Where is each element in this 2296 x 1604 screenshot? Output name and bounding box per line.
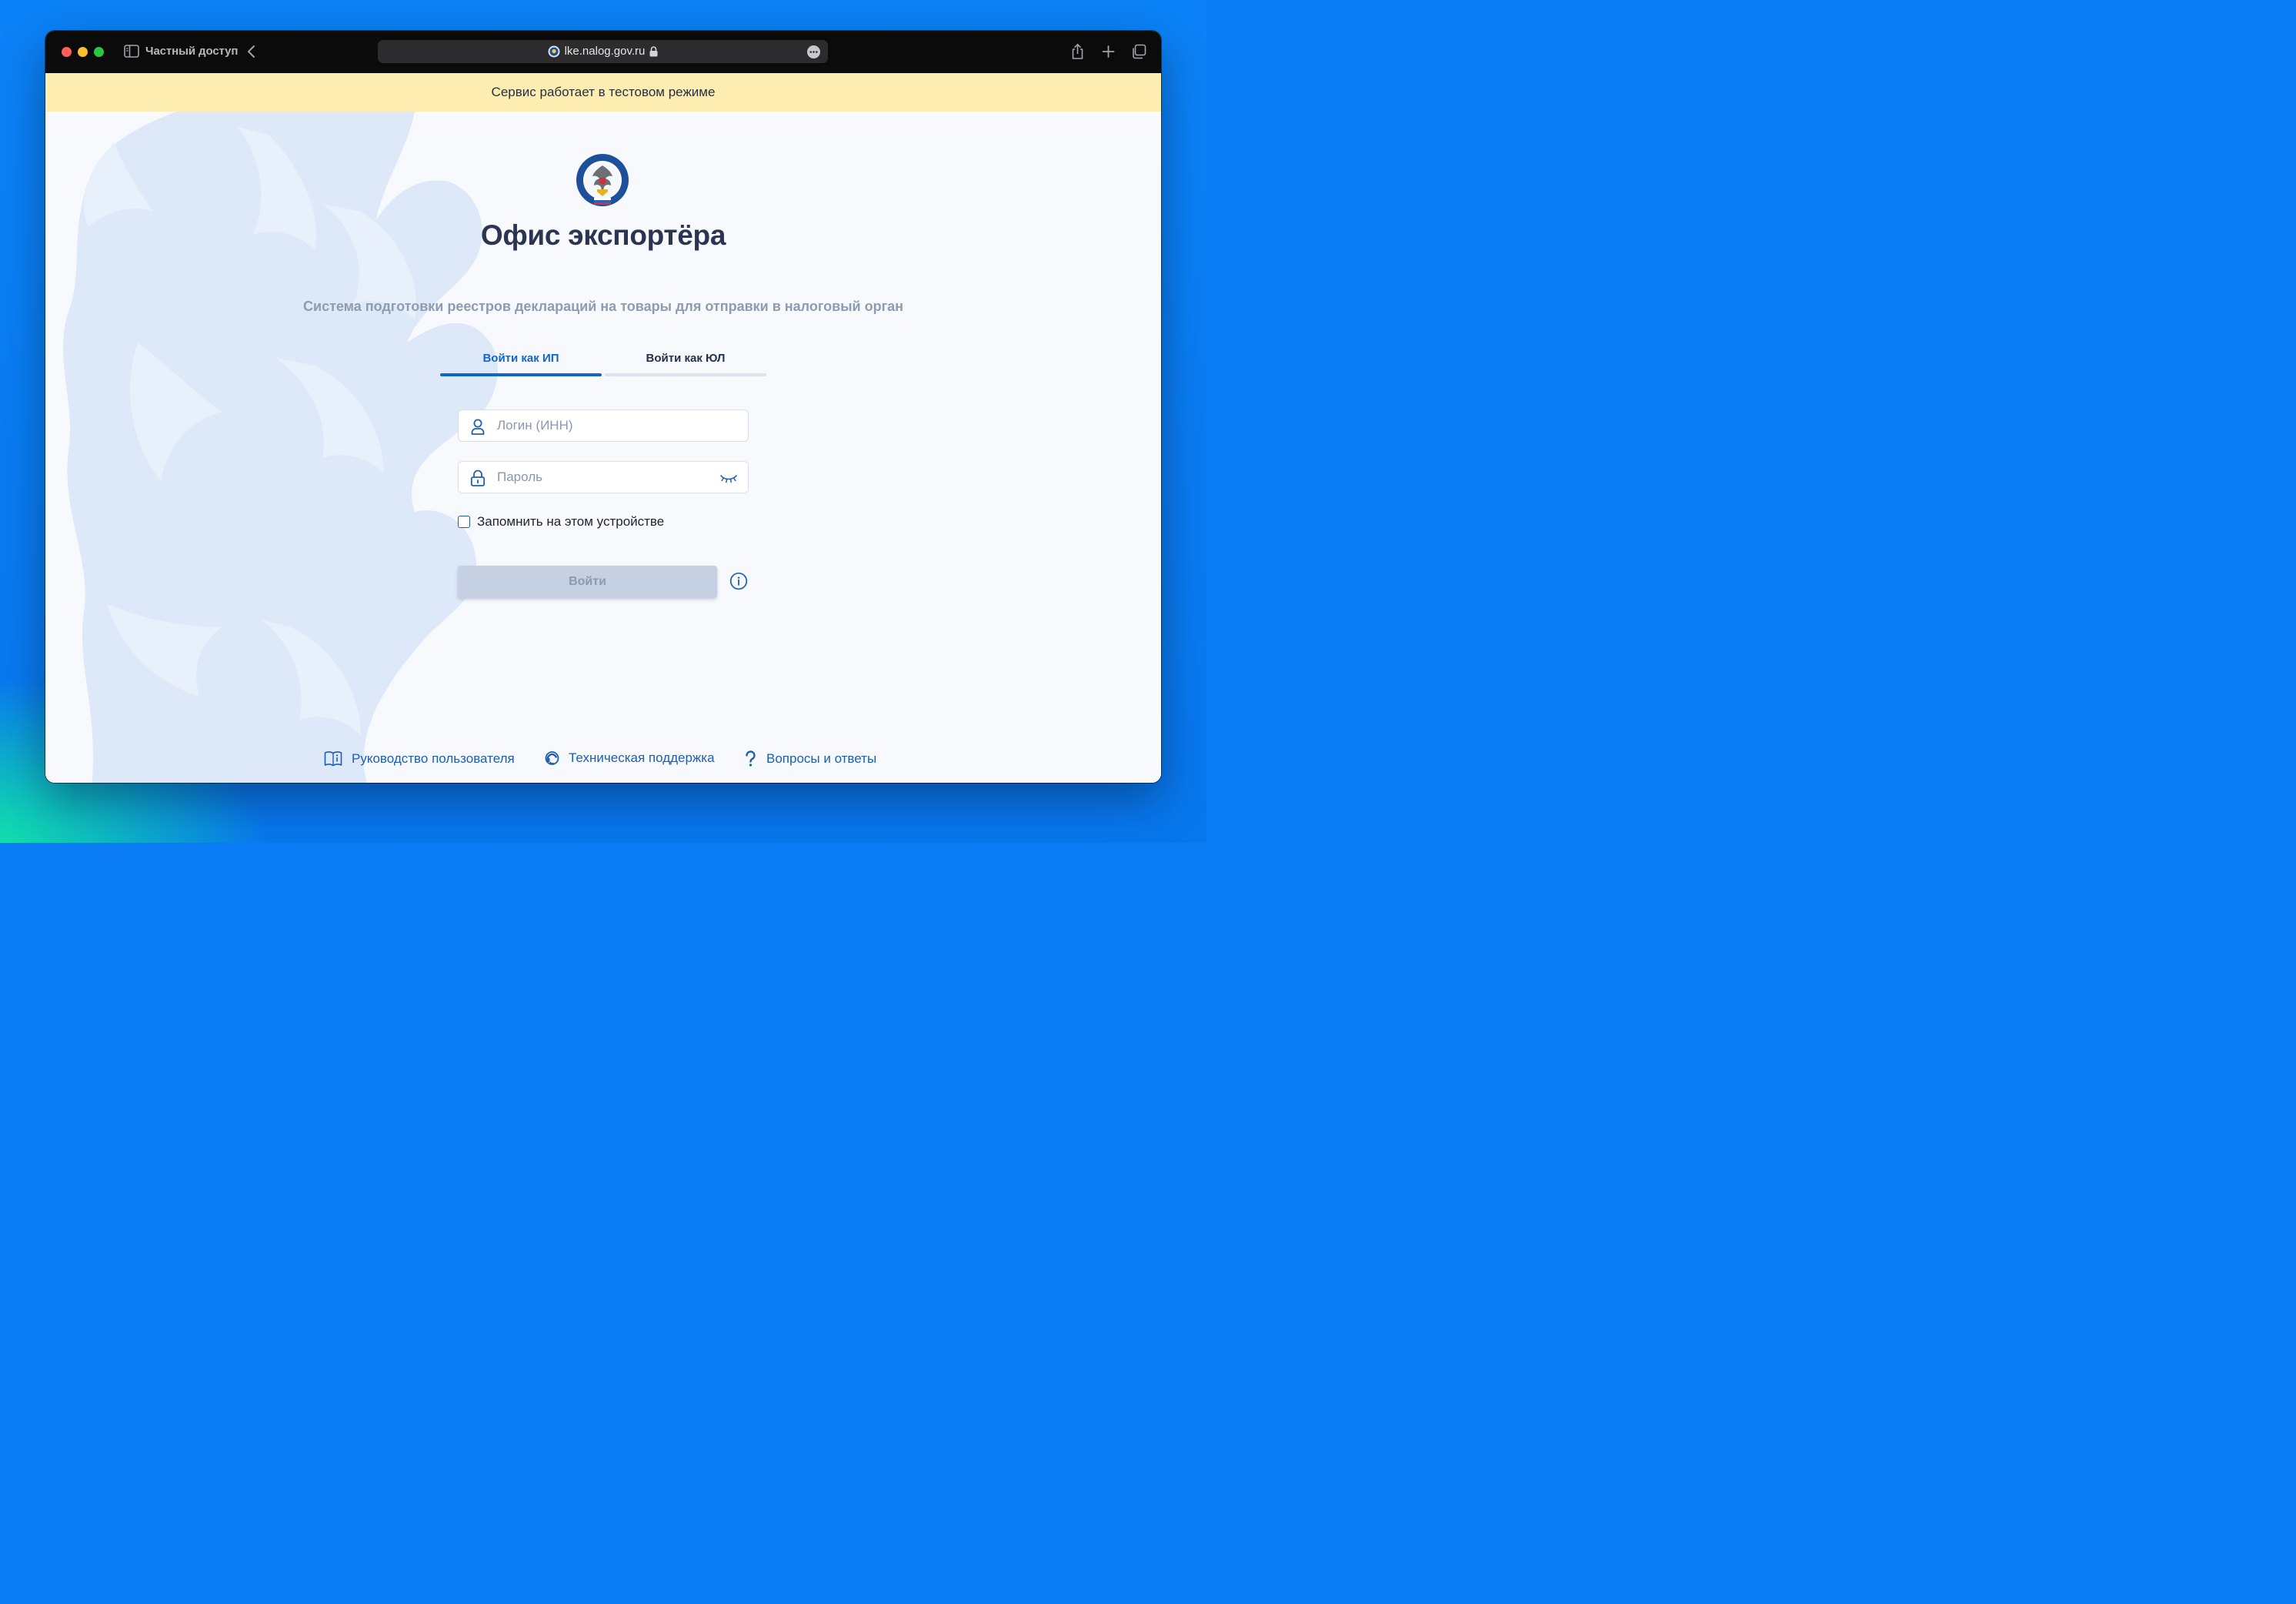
eye-closed-icon[interactable] <box>719 471 738 485</box>
tab-login-ip[interactable]: Войти как ИП <box>440 350 602 376</box>
new-tab-icon[interactable] <box>1100 43 1116 60</box>
user-guide-label: Руководство пользователя <box>352 751 515 766</box>
eagle-watermark-icon <box>63 112 499 783</box>
lock-icon <box>649 45 658 56</box>
back-icon[interactable] <box>245 44 258 59</box>
question-icon <box>746 750 756 767</box>
page-menu-icon[interactable] <box>807 45 820 58</box>
tab-login-ul[interactable]: Войти как ЮЛ <box>605 350 766 376</box>
padlock-icon <box>470 470 486 486</box>
fns-emblem-icon <box>576 154 629 206</box>
faq-label: Вопросы и ответы <box>766 751 877 766</box>
headset-icon <box>545 751 559 765</box>
footer-links: Руководство пользователя Техническая под… <box>45 750 1161 774</box>
page-title: Офис экспортёра <box>480 219 726 251</box>
tab-overview-icon[interactable] <box>1131 43 1147 60</box>
remember-device-option[interactable]: Запомнить на этом устройстве <box>458 514 664 530</box>
faq-link[interactable]: Вопросы и ответы <box>744 750 876 767</box>
close-window-button[interactable] <box>62 47 72 57</box>
page-content: Сервис работает в тестовом режиме Офис э… <box>45 73 1161 783</box>
tech-support-link[interactable]: Техническая поддержка <box>545 750 715 766</box>
page-subtitle: Система подготовки реестров деклараций н… <box>303 299 903 314</box>
browser-toolbar: Частный доступ lke.nalog.gov.ru <box>45 31 1161 73</box>
private-browsing-label: Частный доступ <box>145 45 239 58</box>
info-icon[interactable] <box>729 572 748 590</box>
test-mode-banner: Сервис работает в тестовом режиме <box>45 73 1161 112</box>
user-icon <box>471 419 485 435</box>
password-input[interactable] <box>497 462 720 493</box>
site-favicon-icon <box>548 45 560 57</box>
login-field <box>458 409 749 442</box>
login-input[interactable] <box>497 410 720 441</box>
zoom-window-button[interactable] <box>94 47 104 57</box>
share-icon[interactable] <box>1070 43 1086 60</box>
address-bar[interactable]: lke.nalog.gov.ru <box>378 40 828 63</box>
tech-support-label: Техническая поддержка <box>569 750 715 765</box>
sidebar-toggle-icon[interactable] <box>124 45 139 58</box>
browser-window: Частный доступ lke.nalog.gov.ru Сервис р… <box>45 31 1161 783</box>
book-info-icon <box>324 751 342 767</box>
minimize-window-button[interactable] <box>78 47 88 57</box>
banner-text: Сервис работает в тестовом режиме <box>491 85 716 99</box>
login-button[interactable]: Войти <box>458 566 717 598</box>
window-controls <box>62 47 104 57</box>
url-text: lke.nalog.gov.ru <box>564 45 646 58</box>
password-field <box>458 461 749 493</box>
user-guide-link[interactable]: Руководство пользователя <box>324 750 515 767</box>
login-type-tabs: Войти как ИП Войти как ЮЛ <box>440 350 766 376</box>
remember-checkbox[interactable] <box>458 516 470 528</box>
remember-label: Запомнить на этом устройстве <box>477 514 665 529</box>
